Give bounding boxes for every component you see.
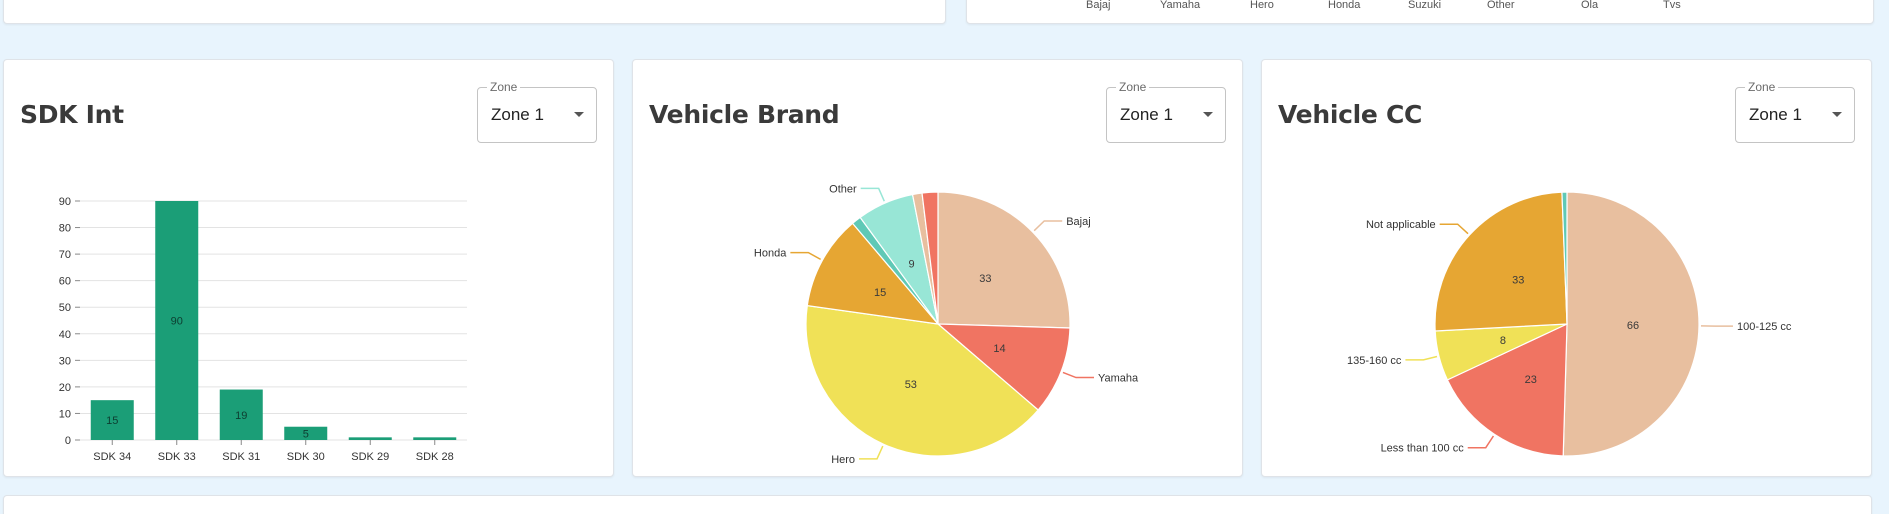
y-tick-label: 40 <box>59 329 71 341</box>
y-tick-label: 60 <box>59 276 71 288</box>
y-tick-label: 70 <box>59 249 71 261</box>
pie-label-connector <box>1467 435 1495 449</box>
pie-label-connector <box>860 187 885 202</box>
vehicle-brand-card: Vehicle Brand Zone Zone 1 33 Bajaj 14 Yamah… <box>632 59 1243 477</box>
x-tick-label: SDK 29 <box>351 451 389 463</box>
pie-label-connector <box>1405 355 1438 361</box>
pie-label: Honda <box>754 248 787 260</box>
bar-value-label: 19 <box>235 410 247 422</box>
pie-label: Bajaj <box>1066 216 1090 228</box>
y-tick-label: 0 <box>65 435 71 447</box>
pie-label: Not applicable <box>1366 219 1436 231</box>
pie-label-connector <box>859 445 884 460</box>
pie-label: Other <box>829 183 857 195</box>
top-left-card <box>3 0 946 24</box>
bottom-card <box>3 495 1872 514</box>
y-tick-label: 20 <box>59 382 71 394</box>
top-axis-label: Tvs <box>1663 0 1681 11</box>
pie-label-connector <box>1439 223 1469 235</box>
vehicle-cc-card: Vehicle CC Zone Zone 1 66 100-125 cc 23 Les… <box>1261 59 1872 477</box>
bar-value-label: 15 <box>106 415 118 427</box>
pie-label: Less than 100 cc <box>1381 443 1465 455</box>
top-axis-label: Ola <box>1581 0 1599 11</box>
top-axis-label: Honda <box>1328 0 1361 11</box>
pie-label-connector <box>1033 220 1063 232</box>
pie-value-label: 9 <box>908 259 914 271</box>
pie-value-label: 15 <box>874 287 886 299</box>
pie-label-connector <box>1062 371 1094 379</box>
bar[interactable] <box>413 437 457 440</box>
pie-value-label: 33 <box>979 273 991 285</box>
x-tick-label: SDK 33 <box>158 451 196 463</box>
y-tick-label: 80 <box>59 223 71 235</box>
top-axis-label: Bajaj <box>1086 0 1111 11</box>
bar-value-label: 5 <box>303 428 309 440</box>
y-tick-label: 10 <box>59 408 71 420</box>
x-tick-label: SDK 28 <box>416 451 454 463</box>
sdk-int-bar-chart: 0 10 20 30 40 50 60 70 80 90 15 SDK 34 90 SDK 33 19 SDK… <box>59 196 467 463</box>
x-tick-label: SDK 31 <box>222 451 260 463</box>
y-tick-label: 90 <box>59 196 71 208</box>
pie-value-label: 66 <box>1627 320 1639 332</box>
pie-label: 135-160 cc <box>1347 355 1402 367</box>
pie-slice[interactable] <box>937 191 1071 329</box>
pie-value-label: 23 <box>1525 374 1537 386</box>
top-axis-label: Yamaha <box>1160 0 1201 11</box>
pie-label: Hero <box>831 454 855 466</box>
x-tick-label: SDK 30 <box>287 451 325 463</box>
sdk-int-card: SDK Int Zone Zone 1 0 10 20 30 40 50 60 70 80 90 1… <box>3 59 614 477</box>
bar-value-label: 90 <box>171 316 183 328</box>
pie-label-connector <box>790 251 821 261</box>
bar[interactable] <box>348 437 392 440</box>
pie-value-label: 8 <box>1500 335 1506 347</box>
vehicle-brand-pie-chart: 33 Bajaj 14 Yamaha 53 Hero 15 Honda 9 Other <box>754 183 1139 466</box>
top-axis-label: Suzuki <box>1408 0 1442 11</box>
top-right-card: Bajaj Yamaha Hero Honda Suzuki Other Ola… <box>966 0 1874 24</box>
top-axis-label: Other <box>1487 0 1515 11</box>
pie-value-label: 33 <box>1512 275 1524 287</box>
pie-slice[interactable] <box>1434 191 1568 332</box>
pie-label: Yamaha <box>1098 373 1139 385</box>
pie-label: 100-125 cc <box>1737 321 1792 333</box>
pie-value-label: 53 <box>905 379 917 391</box>
vehicle-cc-pie-chart: 66 100-125 cc 23 Less than 100 cc 8 135-160 c… <box>1347 191 1792 457</box>
top-axis-label: Hero <box>1250 0 1274 11</box>
x-tick-label: SDK 34 <box>93 451 131 463</box>
pie-value-label: 14 <box>993 343 1005 355</box>
y-tick-label: 30 <box>59 355 71 367</box>
y-tick-label: 50 <box>59 302 71 314</box>
